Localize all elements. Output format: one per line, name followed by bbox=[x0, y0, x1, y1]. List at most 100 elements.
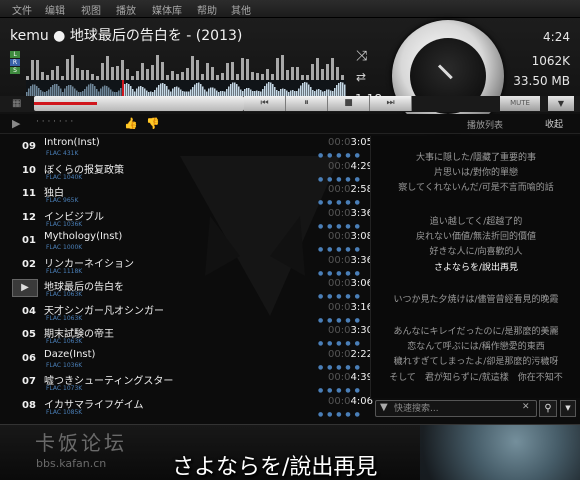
menu-view[interactable]: 视图 bbox=[81, 2, 101, 17]
thumbs-up-icon[interactable]: 👍 bbox=[124, 117, 138, 130]
pause-icon: ⏸ bbox=[304, 98, 309, 108]
track-duration: 00:04:06 bbox=[328, 395, 373, 407]
thumbs-down-icon[interactable]: 👎 bbox=[146, 117, 160, 130]
wallpaper-art bbox=[420, 425, 580, 480]
rating-dots[interactable]: ● ● ● ● ● bbox=[318, 270, 361, 277]
track-row[interactable]: 09 Intron(Inst) FLAC 431K ● ● ● ● ● 00:03:05 bbox=[0, 136, 373, 160]
rating-dots[interactable]: ● ● ● ● ● bbox=[318, 364, 361, 371]
menu-library[interactable]: 媒体库 bbox=[152, 2, 182, 17]
track-row[interactable]: 05 期末試験の帝王 FLAC 1063K ● ● ● ● ● 00:03:30 bbox=[0, 324, 373, 348]
track-number: 06 bbox=[22, 352, 36, 364]
track-row[interactable]: 06 Daze(Inst) FLAC 1036K ● ● ● ● ● 00:02:22 bbox=[0, 348, 373, 372]
track-number: 09 bbox=[22, 141, 36, 152]
watermark-logo: 卡饭论坛 bbox=[35, 431, 127, 455]
bottom-panel: 卡饭论坛 bbs.kafan.cn さよならを/說出再見 bbox=[0, 424, 580, 480]
track-row[interactable]: ▶ 地球最后の告白を FLAC 1063K ● ● ● ● ● 00:03:06 bbox=[0, 277, 373, 301]
rating-dots[interactable]: ● ● ● ● ● bbox=[318, 246, 361, 253]
search-input[interactable] bbox=[394, 402, 514, 415]
bitrate: 1062K bbox=[531, 54, 570, 68]
rating-dots[interactable]: ● ● ● ● ● bbox=[318, 176, 361, 183]
track-duration: 00:04:39 bbox=[328, 372, 373, 383]
rating-dots[interactable]: ● ● ● ● ● bbox=[318, 223, 361, 230]
pause-button[interactable]: ⏸ bbox=[286, 96, 328, 111]
track-title: Intron(Inst) bbox=[44, 137, 100, 148]
track-format: FLAC 1073K bbox=[46, 385, 83, 392]
track-duration: 00:03:05 bbox=[328, 137, 373, 148]
track-row[interactable]: 04 天才シンガー凡オシンガー FLAC 1063K ● ● ● ● ● 00:03:1… bbox=[0, 301, 373, 325]
track-duration: 00:03:08 bbox=[328, 231, 373, 242]
track-format: FLAC 1040K bbox=[46, 173, 83, 181]
eq-label-r: R bbox=[10, 59, 20, 66]
rating-dots[interactable]: ● ● ● ● ● bbox=[318, 293, 361, 300]
rating-dots[interactable]: ● ● ● ● ● bbox=[318, 317, 361, 324]
lyric-line: そして 君が知らずに/就這樣 你在不知不 bbox=[389, 373, 563, 383]
track-number: 08 bbox=[22, 399, 36, 411]
track-duration: 00:02:58 bbox=[328, 184, 373, 195]
rating-dots[interactable]: ● ● ● ● ● bbox=[318, 152, 361, 159]
track-row[interactable]: 10 ぼくらの报复政策 FLAC 1040K ● ● ● ● ● 00:04:29 bbox=[0, 160, 373, 184]
play-icon[interactable]: ▶ bbox=[12, 117, 20, 130]
shuffle-icon[interactable]: ⤨ bbox=[356, 48, 367, 64]
menu-edit[interactable]: 编辑 bbox=[45, 2, 65, 17]
stop-button[interactable]: ■ bbox=[328, 96, 370, 111]
rating-dots[interactable]: ● ● ● ● ● bbox=[318, 340, 361, 347]
track-number: 12 bbox=[22, 211, 36, 223]
collapse-button[interactable]: 收起 bbox=[545, 117, 563, 130]
lyric-line: 追い越してく/超越了的 bbox=[429, 217, 523, 227]
spectrum-visualizer bbox=[26, 55, 344, 80]
mute-button[interactable]: MUTE bbox=[500, 96, 540, 111]
clear-icon[interactable]: ✕ bbox=[522, 402, 530, 412]
track-format: FLAC 431K bbox=[46, 150, 79, 157]
rating-dots[interactable]: ● ● ● ● ● bbox=[318, 387, 361, 394]
track-row[interactable]: 07 嘘つきシューティングスター FLAC 1073K ● ● ● ● ● 00:04:… bbox=[0, 371, 373, 395]
prev-button[interactable]: ⏮ bbox=[244, 96, 286, 111]
track-row[interactable]: 01 Mythology(Inst) FLAC 1000K ● ● ● ● ● 00:0… bbox=[0, 230, 373, 254]
track-duration: 00:03:36 bbox=[328, 254, 373, 266]
menu-file[interactable]: 文件 bbox=[12, 2, 32, 17]
stop-icon: ■ bbox=[344, 98, 353, 108]
track-row[interactable]: 11 独白 FLAC 965K ● ● ● ● ● 00:02:58 bbox=[0, 183, 373, 207]
progress-fill bbox=[34, 102, 97, 105]
now-playing-icon: ▶ bbox=[12, 279, 38, 297]
track-duration: 00:03:06 bbox=[328, 278, 373, 289]
grid-icon[interactable]: ▦ bbox=[12, 98, 21, 109]
eq-label-l: L bbox=[10, 51, 20, 58]
track-format: FLAC 1000K bbox=[46, 244, 83, 251]
track-format: FLAC 1036K bbox=[46, 361, 83, 369]
track-number: 10 bbox=[22, 164, 36, 176]
track-title: Mythology(Inst) bbox=[44, 231, 123, 242]
lyric-line: 戻れない価値/無法折回的價値 bbox=[415, 232, 537, 242]
search-button[interactable]: ⚲ bbox=[539, 400, 557, 417]
lyric-line: いつか見た夕焼けは/儘管曾經看見的晚霞 bbox=[393, 295, 559, 305]
track-duration: 00:04:29 bbox=[328, 160, 373, 172]
track-format: FLAC 1063K bbox=[46, 338, 83, 345]
now-playing-title: kemu ● 地球最后の告白を - (2013) bbox=[10, 28, 243, 44]
menu-other[interactable]: 其他 bbox=[231, 2, 251, 17]
progress-bar[interactable] bbox=[34, 96, 244, 111]
rating-dots[interactable]: ● ● ● ● ● bbox=[318, 411, 361, 418]
total-time: 4:24 bbox=[543, 30, 570, 44]
track-number: 02 bbox=[22, 258, 36, 270]
volume-dropdown[interactable]: ▼ bbox=[548, 96, 574, 111]
menu-play[interactable]: 播放 bbox=[116, 2, 136, 17]
track-number: 07 bbox=[22, 376, 36, 387]
transport-bar: ▦ ⏮ ⏸ ■ ⏭ MUTE ▼ bbox=[0, 96, 580, 112]
menu-bar: 文件 编辑 视图 播放 媒体库 帮助 其他 bbox=[0, 0, 580, 18]
track-format: FLAC 965K bbox=[46, 197, 79, 204]
quick-search: ▼ ✕ bbox=[375, 400, 537, 417]
repeat-icon[interactable]: ⇄ bbox=[356, 70, 366, 84]
track-row[interactable]: 08 イカサマライフゲイム FLAC 1085K ● ● ● ● ● 00:04:06 bbox=[0, 395, 373, 419]
desktop-lyric: さよならを/說出再見 bbox=[172, 455, 378, 480]
lyric-line: 恋なんて呼ぶには/稱作戀愛的東西 bbox=[407, 342, 545, 352]
playlist-label[interactable]: 播放列表 bbox=[467, 118, 503, 131]
next-button[interactable]: ⏭ bbox=[370, 96, 412, 111]
filter-icon: ▼ bbox=[380, 402, 388, 413]
rating-dots[interactable]: ● ● ● ● ● bbox=[318, 199, 361, 206]
track-format: FLAC 1063K bbox=[46, 291, 83, 298]
lyric-line: 好きな人に/向喜歡的人 bbox=[429, 247, 523, 257]
track-row[interactable]: 02 リンカーネイション FLAC 1118K ● ● ● ● ● 00:03:36 bbox=[0, 254, 373, 278]
track-row[interactable]: 12 インビジブル FLAC 1036K ● ● ● ● ● 00:03:36 bbox=[0, 207, 373, 231]
menu-help[interactable]: 帮助 bbox=[197, 2, 217, 17]
search-options-button[interactable]: ▼ bbox=[560, 400, 576, 417]
lyrics-panel: 大事に隠した/隱藏了重要的事 片思いは/對你的單戀 察してくれないんだ/可是不言而喻… bbox=[370, 136, 580, 398]
